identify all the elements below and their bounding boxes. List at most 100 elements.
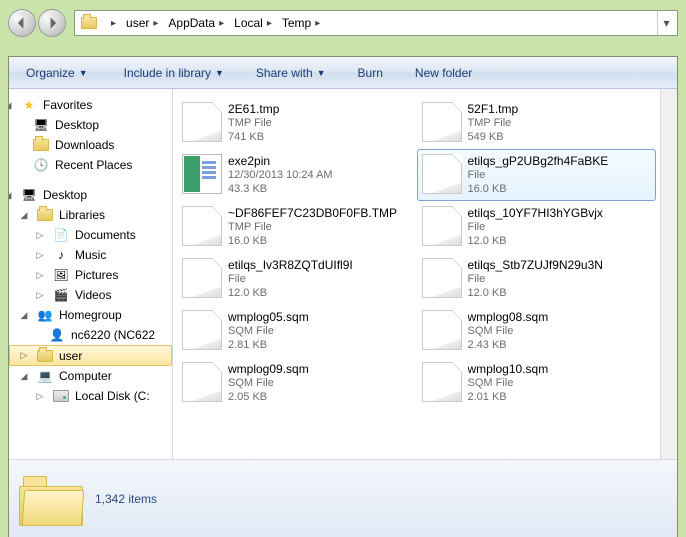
user-icon: 👤 <box>49 327 65 343</box>
file-item[interactable]: 2E61.tmpTMP File741 KB <box>177 97 417 149</box>
address-dropdown[interactable]: ▾ <box>657 11 675 35</box>
forward-button[interactable] <box>38 9 66 37</box>
breadcrumb-user[interactable]: user▸ <box>120 11 162 35</box>
file-item[interactable]: ~DF86FEF7C23DB0F0FB.TMPTMP File16.0 KB <box>177 201 417 253</box>
expand-icon[interactable]: ▷ <box>35 391 45 402</box>
navigation-tree: ◢ ★ Favorites 🖥Desktop Downloads 🕓Recent… <box>9 89 173 459</box>
tree-fav-desktop[interactable]: 🖥Desktop <box>9 115 172 135</box>
tree-pictures[interactable]: ▷🖼Pictures <box>9 265 172 285</box>
music-icon: ♪ <box>53 247 69 263</box>
address-bar[interactable]: ▸ user▸ AppData▸ Local▸ Temp▸ ▾ <box>74 10 678 36</box>
file-size: 2.01 KB <box>468 390 549 404</box>
file-name: wmplog05.sqm <box>228 310 309 324</box>
navigation-bar: ▸ user▸ AppData▸ Local▸ Temp▸ ▾ <box>0 0 686 46</box>
tree-videos[interactable]: ▷🎬Videos <box>9 285 172 305</box>
explorer-window: Organize▼ Include in library▼ Share with… <box>8 56 678 537</box>
file-size: 12.0 KB <box>228 286 353 300</box>
file-size: 12.0 KB <box>468 286 603 300</box>
file-size: 16.0 KB <box>228 234 397 248</box>
file-item[interactable]: etilqs_gP2UBg2fh4FaBKEFile16.0 KB <box>417 149 657 201</box>
burn-button[interactable]: Burn <box>349 61 392 85</box>
file-icon <box>182 310 222 350</box>
tree-label: Favorites <box>43 98 92 112</box>
include-library-button[interactable]: Include in library▼ <box>115 61 233 85</box>
collapse-icon[interactable]: ◢ <box>19 210 29 221</box>
tree-fav-recent[interactable]: 🕓Recent Places <box>9 155 172 175</box>
file-item[interactable]: 52F1.tmpTMP File549 KB <box>417 97 657 149</box>
file-size: 2.81 KB <box>228 338 309 352</box>
file-type: SQM File <box>468 376 549 390</box>
breadcrumb-local[interactable]: Local▸ <box>228 11 276 35</box>
new-folder-button[interactable]: New folder <box>406 61 481 85</box>
file-name: wmplog08.sqm <box>468 310 549 324</box>
expand-icon[interactable]: ▷ <box>35 250 45 261</box>
collapse-icon[interactable]: ◢ <box>19 310 29 321</box>
folder-icon <box>19 472 83 526</box>
tree-homegroup[interactable]: ◢👥Homegroup <box>9 305 172 325</box>
file-type: SQM File <box>228 376 309 390</box>
image-thumbnail-icon <box>182 154 222 194</box>
file-name: 2E61.tmp <box>228 102 279 116</box>
collapse-icon[interactable]: ◢ <box>9 100 13 111</box>
breadcrumb-appdata[interactable]: AppData▸ <box>162 11 228 35</box>
file-item[interactable]: wmplog10.sqmSQM File2.01 KB <box>417 357 657 409</box>
tree-user[interactable]: ▷user <box>9 345 172 366</box>
file-type: File <box>228 272 353 286</box>
tree-music[interactable]: ▷♪Music <box>9 245 172 265</box>
tree-favorites[interactable]: ◢ ★ Favorites <box>9 95 172 115</box>
file-type: TMP File <box>468 116 519 130</box>
breadcrumb-temp[interactable]: Temp▸ <box>276 11 324 35</box>
file-icon <box>182 102 222 142</box>
file-item[interactable]: etilqs_Stb7ZUJf9N29u3NFile12.0 KB <box>417 253 657 305</box>
file-item[interactable]: wmplog09.sqmSQM File2.05 KB <box>177 357 417 409</box>
scrollbar[interactable] <box>660 89 677 459</box>
collapse-icon[interactable]: ◢ <box>9 190 13 201</box>
organize-button[interactable]: Organize▼ <box>17 61 97 85</box>
expand-icon[interactable]: ▷ <box>35 230 45 241</box>
tree-homegroup-user[interactable]: 👤nc6220 (NC622 <box>9 325 172 345</box>
homegroup-icon: 👥 <box>37 307 53 323</box>
tree-documents[interactable]: ▷📄Documents <box>9 225 172 245</box>
file-type: File <box>468 168 609 182</box>
collapse-icon[interactable]: ◢ <box>19 371 29 382</box>
back-button[interactable] <box>8 9 36 37</box>
file-icon <box>182 362 222 402</box>
file-size: 549 KB <box>468 130 519 144</box>
file-item[interactable]: exe2pin12/30/2013 10:24 AM43.3 KB <box>177 149 417 201</box>
expand-icon[interactable]: ▷ <box>35 270 45 281</box>
computer-icon: 💻 <box>37 368 53 384</box>
file-type: TMP File <box>228 220 397 234</box>
details-pane: 1,342 items <box>9 459 677 537</box>
tree-fav-downloads[interactable]: Downloads <box>9 135 172 155</box>
file-item[interactable]: wmplog08.sqmSQM File2.43 KB <box>417 305 657 357</box>
tree-libraries[interactable]: ◢Libraries <box>9 205 172 225</box>
file-icon <box>422 310 462 350</box>
file-size: 12.0 KB <box>468 234 603 248</box>
file-name: etilqs_10YF7HI3hYGBvjx <box>468 206 603 220</box>
tree-desktop[interactable]: ◢ 🖥 Desktop <box>9 185 172 205</box>
file-list[interactable]: 2E61.tmpTMP File741 KB52F1.tmpTMP File54… <box>173 89 660 459</box>
file-type: File <box>468 220 603 234</box>
file-item[interactable]: wmplog05.sqmSQM File2.81 KB <box>177 305 417 357</box>
drive-icon <box>53 388 69 404</box>
file-size: 2.43 KB <box>468 338 549 352</box>
file-icon <box>422 102 462 142</box>
file-date: 12/30/2013 10:24 AM <box>228 168 333 182</box>
breadcrumb-sep[interactable]: ▸ <box>101 11 120 35</box>
file-icon <box>422 258 462 298</box>
tree-computer[interactable]: ◢💻Computer <box>9 366 172 386</box>
file-item[interactable]: etilqs_10YF7HI3hYGBvjxFile12.0 KB <box>417 201 657 253</box>
expand-icon[interactable]: ▷ <box>19 350 29 361</box>
share-with-button[interactable]: Share with▼ <box>247 61 335 85</box>
file-item[interactable]: etilqs_Iv3R8ZQTdUIfl9IFile12.0 KB <box>177 253 417 305</box>
tree-local-disk[interactable]: ▷Local Disk (C: <box>9 386 172 406</box>
folder-icon <box>79 13 99 33</box>
file-type: SQM File <box>228 324 309 338</box>
expand-icon[interactable]: ▷ <box>35 290 45 301</box>
user-folder-icon <box>37 348 53 364</box>
file-size: 16.0 KB <box>468 182 609 196</box>
file-name: etilqs_Stb7ZUJf9N29u3N <box>468 258 603 272</box>
file-icon <box>182 258 222 298</box>
file-name: exe2pin <box>228 154 333 168</box>
file-type: SQM File <box>468 324 549 338</box>
